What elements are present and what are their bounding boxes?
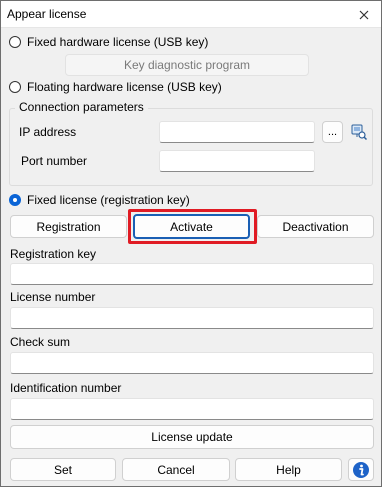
ip-address-label: IP address [19,125,77,139]
info-button[interactable] [348,458,374,481]
set-button[interactable]: Set [10,458,116,481]
identification-number-input[interactable] [10,398,374,420]
connection-parameters-group [9,108,373,186]
registration-key-input[interactable] [10,263,374,285]
registration-button[interactable]: Registration [10,215,127,238]
network-search-icon [351,124,368,141]
floating-hardware-license-radio[interactable]: Floating hardware license (USB key) [9,80,222,94]
title-bar: Appear license [1,1,381,28]
network-search-button[interactable] [348,121,370,143]
radio-dot [9,81,21,93]
appear-license-dialog: Appear license Fixed hardware license (U… [0,0,382,487]
port-number-input[interactable] [159,150,315,172]
info-icon [353,461,369,478]
fixed-hardware-license-radio[interactable]: Fixed hardware license (USB key) [9,35,208,49]
check-sum-input[interactable] [10,352,374,374]
port-number-label: Port number [21,154,88,168]
identification-number-label: Identification number [10,381,122,395]
fixed-hardware-license-label: Fixed hardware license (USB key) [27,35,209,49]
cancel-button[interactable]: Cancel [122,458,230,481]
registration-key-label: Registration key [10,247,97,261]
browse-ip-button[interactable]: ... [322,121,343,143]
window-title: Appear license [7,7,87,21]
activate-button[interactable]: Activate [133,214,250,239]
close-button[interactable] [353,5,375,25]
radio-dot-selected [9,194,21,206]
fixed-license-registration-label: Fixed license (registration key) [27,193,190,207]
deactivation-button[interactable]: Deactivation [257,215,374,238]
license-update-button[interactable]: License update [10,425,374,449]
fixed-license-registration-radio[interactable]: Fixed license (registration key) [9,193,190,207]
license-number-label: License number [10,290,96,304]
connection-parameters-title: Connection parameters [15,100,148,114]
license-number-input[interactable] [10,307,374,329]
floating-hardware-license-label: Floating hardware license (USB key) [27,80,222,94]
radio-dot [9,36,21,48]
close-icon [359,10,369,20]
check-sum-label: Check sum [10,335,71,349]
key-diagnostic-button[interactable]: Key diagnostic program [65,54,309,76]
ip-address-input[interactable] [159,121,315,143]
help-button[interactable]: Help [235,458,342,481]
